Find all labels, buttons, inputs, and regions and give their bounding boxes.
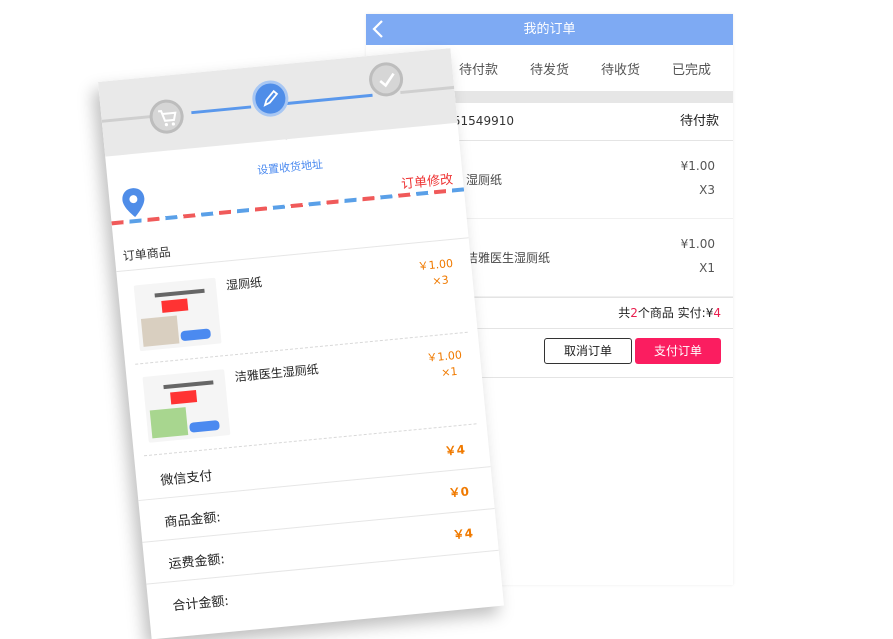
tab-pending-shipment[interactable]: 待发货 [514,59,585,78]
order-status: 待付款 [679,114,719,129]
tab-completed[interactable]: 已完成 [656,59,727,78]
step-line [191,105,252,115]
item-quantity: ×1 [440,364,459,380]
item-count: 2 [630,306,638,320]
item-price: ¥1.00 [680,237,715,251]
item-name: 湿厕纸 [466,173,503,187]
header-bar: 我的订单 [366,14,733,45]
checkout-screen-wrapper: 设置收货地址 订单修改 订单商品 湿厕纸 ￥1.00 ×3 洁雅医生湿厕纸 ￥1… [98,48,505,639]
item-name: 湿厕纸 [225,275,263,293]
item-quantity: X1 [699,261,715,275]
cart-step [148,98,186,136]
cancel-order-button[interactable]: 取消订单 [544,338,632,364]
tab-pending-receipt[interactable]: 待收货 [585,59,656,78]
step-line [282,93,373,106]
total-amount: 4 [713,306,721,320]
step-line [400,85,455,95]
set-address-link[interactable]: 设置收货地址 [256,156,324,178]
page-title: 我的订单 [523,22,576,37]
item-name: 洁雅医生湿厕纸 [234,362,320,385]
item-price: ￥1.00 [425,348,463,365]
item-price: ¥1.00 [680,159,715,173]
tab-pending-payment[interactable]: 待付款 [443,59,514,78]
complete-step [367,60,405,98]
item-quantity: X3 [699,183,715,197]
airmail-stripe [111,187,465,226]
edit-step [250,78,291,119]
section-title: 订单商品 [122,244,172,264]
product-thumbnail [142,369,231,443]
item-name: 洁雅医生湿厕纸 [466,251,551,265]
item-quantity: ×3 [431,273,450,288]
item-price: ￥1.00 [417,256,454,274]
pay-order-button[interactable]: 支付订单 [635,338,721,364]
checkout-screen: 设置收货地址 订单修改 订单商品 湿厕纸 ￥1.00 ×3 洁雅医生湿厕纸 ￥1… [98,48,505,639]
product-thumbnail [133,277,222,352]
step-pointer [271,124,301,142]
back-chevron-icon[interactable] [370,19,386,39]
